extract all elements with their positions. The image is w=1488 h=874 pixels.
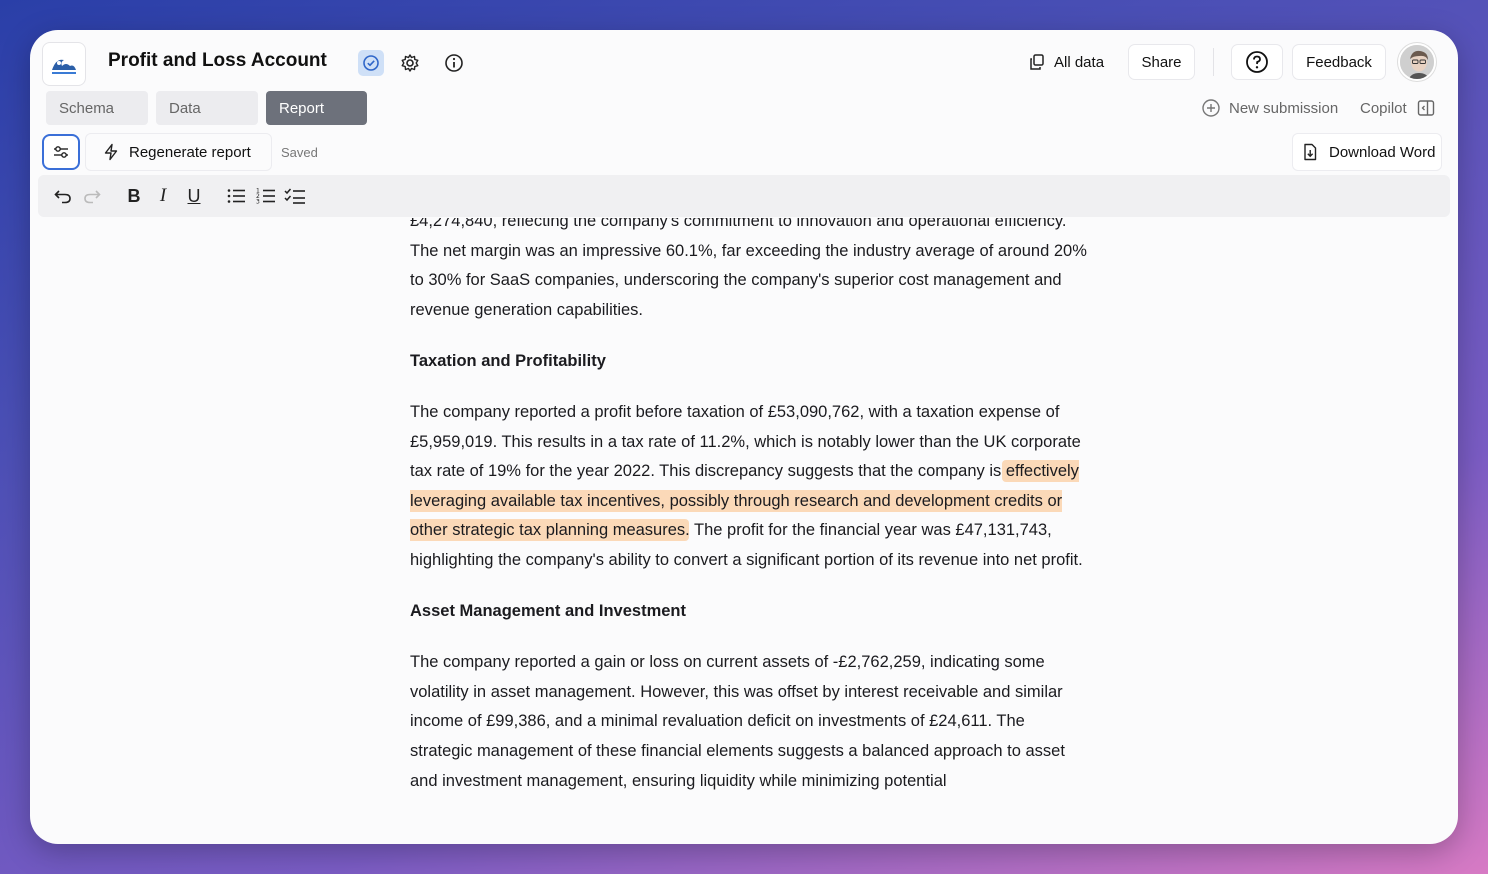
regenerate-report-button[interactable]: Regenerate report xyxy=(85,133,272,171)
copilot-button[interactable]: Copilot xyxy=(1360,99,1435,117)
avatar[interactable] xyxy=(1398,43,1436,81)
divider xyxy=(1213,48,1214,76)
checklist-icon[interactable] xyxy=(284,185,306,207)
action-row: Regenerate report Saved Download Word xyxy=(30,130,1458,174)
file-download-icon xyxy=(1304,143,1317,161)
heading-taxation: Taxation and Profitability xyxy=(410,351,606,370)
new-submission-button[interactable]: New submission xyxy=(1202,99,1338,117)
app-window: Profit and Loss Account All data Share F… xyxy=(30,30,1458,844)
all-data-button[interactable]: All data xyxy=(1020,44,1112,80)
paragraph-summary: £4,274,840, reflecting the company's com… xyxy=(410,218,1087,319)
help-button[interactable] xyxy=(1231,44,1283,80)
info-icon[interactable] xyxy=(441,50,467,76)
wave-logo-icon[interactable] xyxy=(42,42,86,86)
copy-icon xyxy=(1030,54,1044,70)
feedback-button[interactable]: Feedback xyxy=(1292,44,1386,80)
sidebar-panel-icon xyxy=(1417,100,1434,116)
report-document[interactable]: £4,274,840, reflecting the company's com… xyxy=(410,218,1090,818)
tab-report[interactable]: Report xyxy=(266,91,367,125)
numbered-list-icon[interactable]: 123 xyxy=(255,185,277,207)
paragraph-taxation: The company reported a profit before tax… xyxy=(410,398,1090,576)
save-status: Saved xyxy=(281,145,318,160)
regenerate-report-label: Regenerate report xyxy=(129,143,251,161)
gear-icon[interactable] xyxy=(397,50,423,76)
tab-data[interactable]: Data xyxy=(156,91,258,125)
share-button[interactable]: Share xyxy=(1128,44,1195,80)
bold-icon[interactable]: B xyxy=(123,185,145,207)
all-data-label: All data xyxy=(1054,53,1105,71)
download-word-label: Download Word xyxy=(1329,143,1436,161)
page-title: Profit and Loss Account xyxy=(108,50,327,71)
tabs-row: Schema Data Report New submission Copilo… xyxy=(30,90,1458,128)
italic-icon[interactable]: I xyxy=(152,185,174,207)
sliders-icon xyxy=(54,146,68,158)
top-bar: Profit and Loss Account All data Share F… xyxy=(30,30,1458,90)
paragraph-asset-management: The company reported a gain or loss on c… xyxy=(410,653,1065,790)
formatting-toolbar: B I U 123 xyxy=(38,175,1450,217)
plus-circle-icon xyxy=(1202,99,1220,117)
question-circle-icon xyxy=(1246,51,1268,73)
new-submission-label: New submission xyxy=(1229,99,1339,117)
heading-asset-management: Asset Management and Investment xyxy=(410,602,686,621)
redo-icon[interactable] xyxy=(81,185,103,207)
undo-icon[interactable] xyxy=(52,185,74,207)
tab-schema[interactable]: Schema xyxy=(46,91,148,125)
lightning-icon xyxy=(104,143,118,161)
check-circle-icon[interactable] xyxy=(358,50,384,76)
underline-icon[interactable]: U xyxy=(183,185,205,207)
filter-settings-button[interactable] xyxy=(42,134,80,170)
copilot-label: Copilot xyxy=(1360,99,1407,117)
paragraph-text: The company reported a profit before tax… xyxy=(410,402,1081,481)
bullet-list-icon[interactable] xyxy=(225,185,247,207)
svg-text:3: 3 xyxy=(256,199,260,206)
download-word-button[interactable]: Download Word xyxy=(1292,133,1442,171)
document-viewport: £4,274,840, reflecting the company's com… xyxy=(30,218,1458,844)
